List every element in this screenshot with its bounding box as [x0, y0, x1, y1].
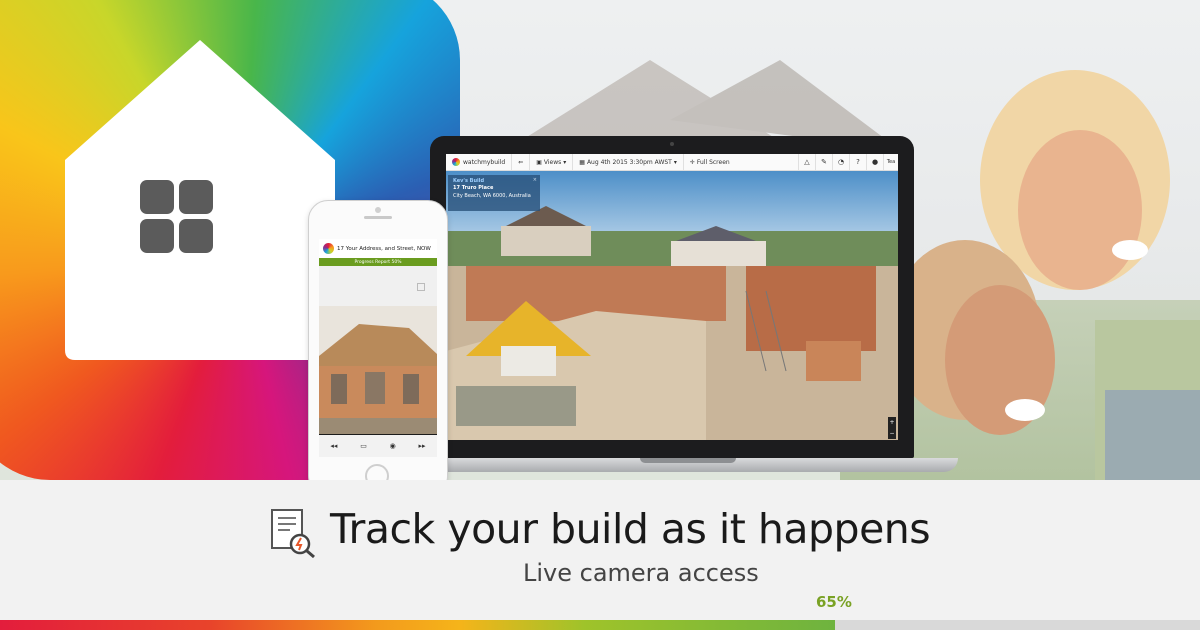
build-address: 17 Truro Place — [453, 185, 494, 192]
brand-logo[interactable]: watchmybuild — [446, 158, 511, 166]
fullscreen-label: Full Screen — [696, 158, 730, 166]
phone-app-header: 17 Your Address, and Street, NOW — [319, 239, 437, 258]
user-icon[interactable]: ● — [866, 154, 883, 170]
grid-icon — [140, 180, 213, 253]
calendar-icon: ▦ — [579, 158, 585, 166]
headline: Track your build as it happens — [330, 505, 931, 553]
build-name: Kev's Build — [453, 178, 485, 184]
zoom-in-button[interactable]: + — [889, 419, 894, 426]
phone-playback-controls: ◂◂ ▭ ◉ ▸▸ — [319, 435, 437, 457]
bell-icon[interactable]: △ — [798, 154, 815, 170]
brand-icon — [452, 158, 460, 166]
gauge-icon[interactable]: ◔ — [832, 154, 849, 170]
views-icon: ▣ — [536, 158, 542, 166]
expand-icon: ✛ — [689, 158, 695, 166]
camera-info-card[interactable]: Kev's Build 17 Truro Place City Beach, W… — [448, 175, 540, 211]
views-dropdown[interactable]: ▣ Views ▾ — [529, 154, 572, 170]
construction-photo[interactable] — [319, 306, 437, 434]
progress-report-banner[interactable]: Progress Report 50% — [319, 258, 437, 266]
gallery-button[interactable]: ▭ — [360, 442, 367, 450]
date-selector[interactable]: ▦ Aug 4th 2015 3:30pm AWST ▾ — [572, 154, 683, 170]
wrench-icon[interactable]: ✎ — [815, 154, 832, 170]
camera-button[interactable]: ◉ — [390, 442, 396, 450]
hero-banner: watchmybuild ⇐ ▣ Views ▾ ▦ Aug 4th 2015 … — [0, 0, 1200, 480]
chevron-down-icon: ▾ — [563, 158, 567, 166]
expand-icon[interactable] — [417, 283, 425, 291]
back-button[interactable]: ⇐ — [511, 154, 529, 170]
app-toolbar: watchmybuild ⇐ ▣ Views ▾ ▦ Aug 4th 2015 … — [446, 154, 898, 171]
phone-screen: 17 Your Address, and Street, NOW Progres… — [319, 239, 437, 457]
laptop-camera — [670, 142, 674, 146]
views-label: Views — [543, 158, 562, 166]
zoom-control: + − — [888, 417, 896, 439]
forward-button[interactable]: ▸▸ — [419, 442, 426, 450]
date-label: Aug 4th 2015 3:30pm AWST — [586, 158, 672, 166]
phone-address: 17 Your Address, and Street, NOW — [337, 245, 431, 252]
progress-bar — [0, 620, 1200, 630]
phone-speaker — [364, 216, 392, 219]
build-location: City Beach, WA 6000, Australia — [453, 192, 531, 199]
close-icon[interactable]: × — [533, 177, 537, 184]
phone-mockup: 17 Your Address, and Street, NOW Progres… — [308, 200, 448, 480]
chevron-down-icon: ▾ — [673, 158, 677, 166]
brand-name: watchmybuild — [463, 158, 506, 166]
progress-bar-fill — [0, 620, 836, 630]
subheadline: Live camera access — [523, 559, 759, 587]
report-search-icon — [271, 509, 315, 558]
laptop-lid: watchmybuild ⇐ ▣ Views ▾ ▦ Aug 4th 2015 … — [430, 136, 914, 458]
brand-icon — [323, 243, 334, 254]
rewind-button[interactable]: ◂◂ — [330, 442, 337, 450]
progress-percent: 65% — [816, 593, 852, 611]
user-label[interactable]: Tea — [883, 154, 898, 170]
zoom-out-button[interactable]: − — [889, 430, 894, 437]
help-icon[interactable]: ? — [849, 154, 866, 170]
arrow-left-icon: ⇐ — [518, 158, 524, 166]
construction-camera-feed[interactable] — [446, 171, 898, 440]
phone-home-button[interactable] — [365, 464, 389, 480]
laptop-mockup: watchmybuild ⇐ ▣ Views ▾ ▦ Aug 4th 2015 … — [418, 136, 958, 472]
laptop-notch — [640, 458, 736, 463]
phone-camera — [375, 207, 381, 213]
laptop-screen: watchmybuild ⇐ ▣ Views ▾ ▦ Aug 4th 2015 … — [446, 154, 898, 440]
fullscreen-button[interactable]: ✛ Full Screen — [682, 154, 736, 170]
